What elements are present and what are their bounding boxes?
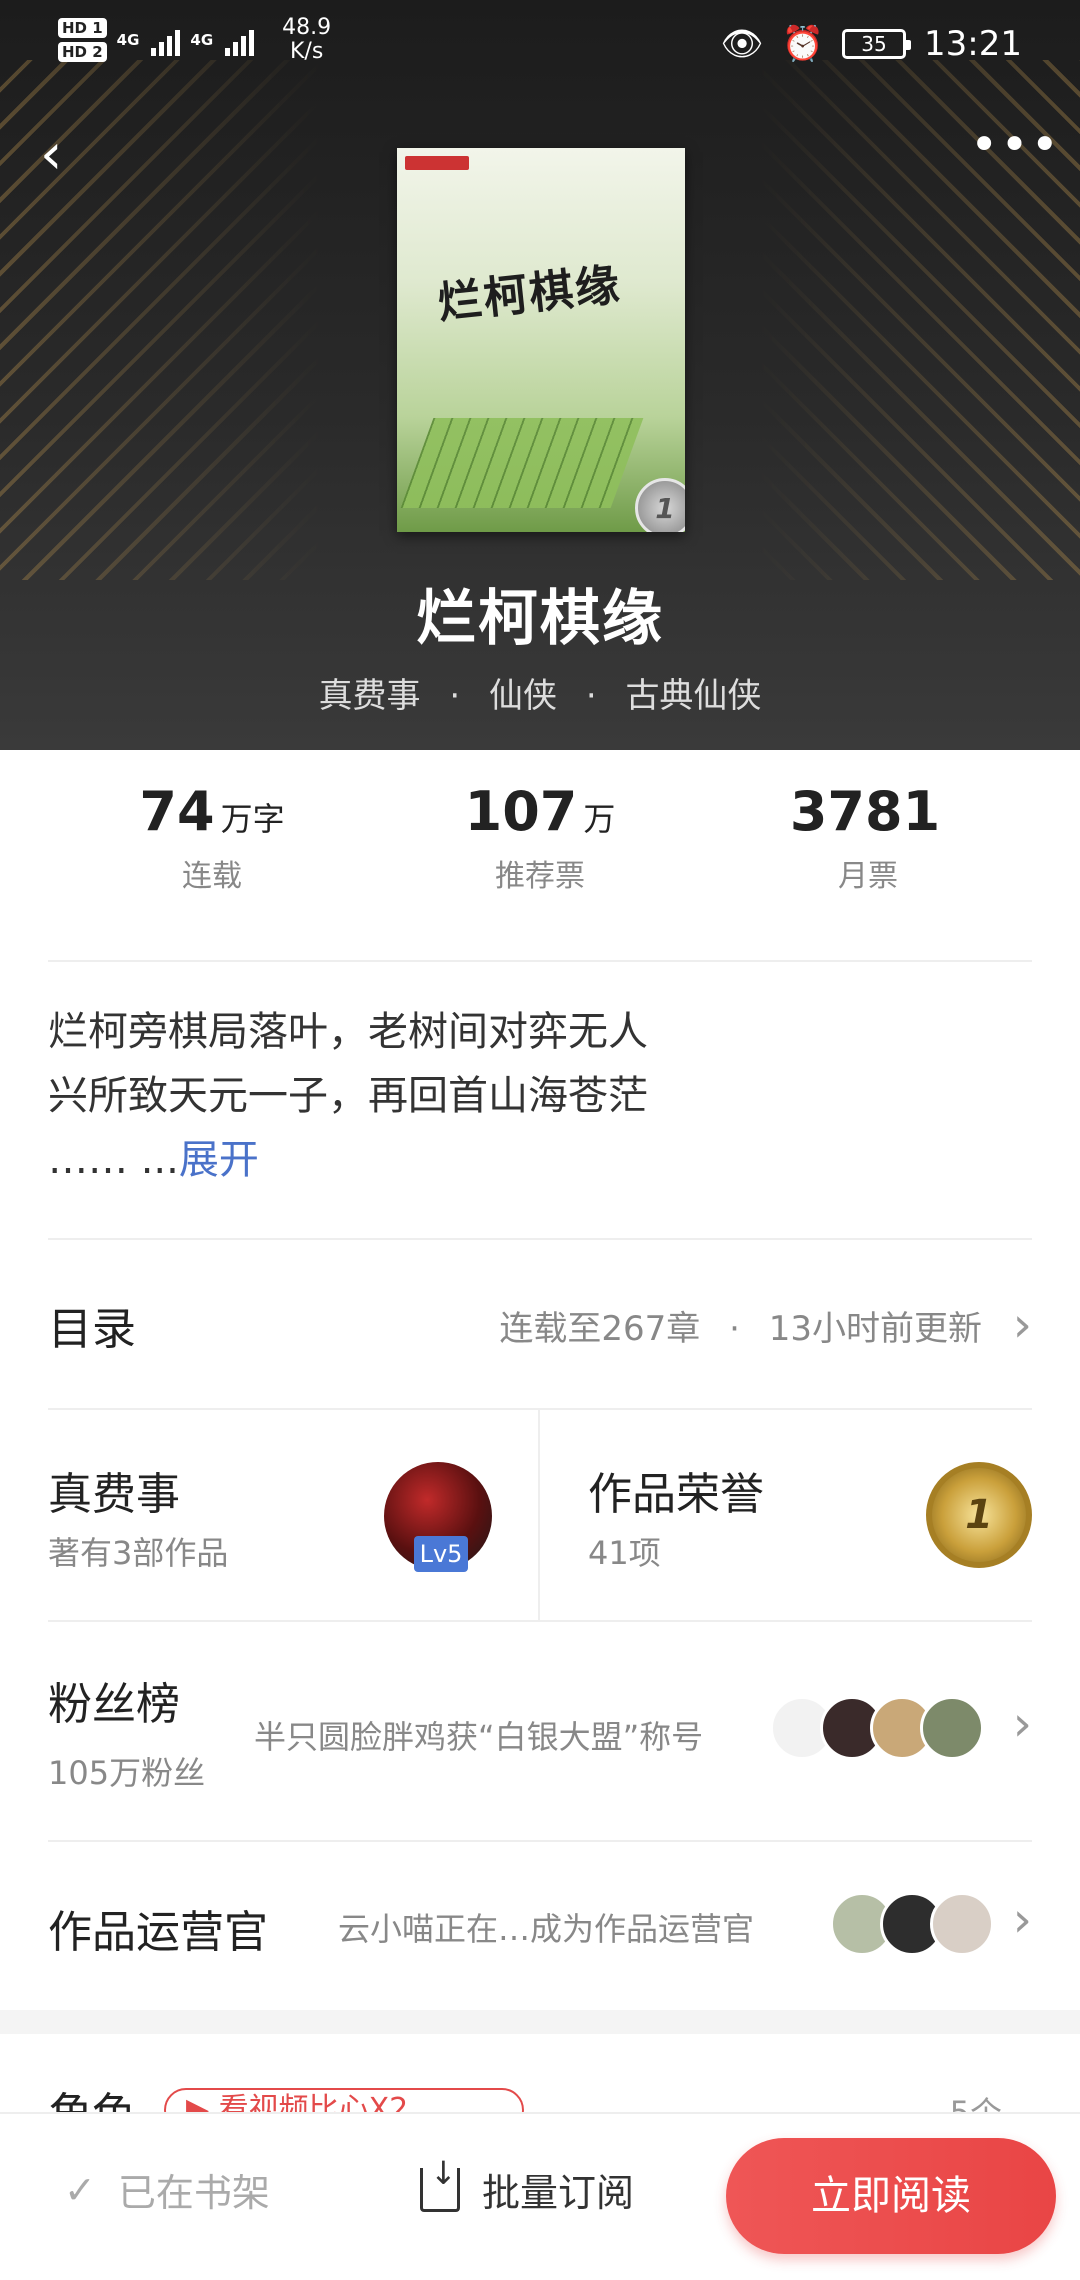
clock: 13:21 bbox=[924, 24, 1022, 64]
honor-card[interactable]: 作品荣誉 41项 1 bbox=[588, 1410, 1032, 1620]
download-icon bbox=[420, 2154, 460, 2212]
eye-comfort-icon: 👁 bbox=[720, 24, 764, 64]
hd1-badge: HD 1 bbox=[58, 18, 107, 38]
signal-icon bbox=[225, 24, 255, 56]
fan-avatars bbox=[770, 1696, 984, 1760]
toc-status: 连载至267章 · 13小时前更新 bbox=[499, 1301, 982, 1350]
fans-ranking-row[interactable]: 粉丝榜 105万粉丝 半只圆脸胖鸡获“白银大盟”称号 › bbox=[48, 1620, 1032, 1840]
level-badge: Lv5 bbox=[414, 1536, 468, 1572]
more-dots-icon[interactable]: ••• bbox=[970, 120, 1059, 190]
in-shelf-label: 已在书架 bbox=[117, 2171, 270, 2215]
author-works: 著有3部作品 bbox=[48, 1534, 229, 1572]
meta-category[interactable]: 仙侠 bbox=[489, 676, 557, 716]
meta-separator: · bbox=[585, 676, 597, 716]
author-name: 真费事 bbox=[48, 1469, 180, 1520]
cover-rank-badge: 1 bbox=[635, 478, 685, 532]
hd2-badge: HD 2 bbox=[58, 42, 107, 62]
fans-label: 粉丝榜 bbox=[48, 1679, 180, 1730]
ops-news: 云小喵正在…成为作品运营官 bbox=[338, 1910, 755, 1948]
medal-icon: 1 bbox=[926, 1462, 1032, 1568]
cover-go-board-art bbox=[400, 418, 644, 508]
synopsis-line: 烂柯旁棋局落叶，老树间对弈无人 bbox=[48, 1009, 648, 1055]
synopsis-line: …… ... bbox=[48, 1137, 179, 1183]
book-meta: 真费事 · 仙侠 · 古典仙侠 bbox=[0, 668, 1080, 717]
status-right: 👁 ⏰ 35 13:21 bbox=[721, 24, 1023, 64]
book-stats: 74 万字 连载 107 万 推荐票 3781 月票 bbox=[48, 780, 1032, 960]
book-title: 烂柯棋缘 bbox=[416, 584, 664, 654]
batch-subscribe-button[interactable]: 批量订阅 bbox=[420, 2154, 635, 2217]
ops-label: 作品运营官 bbox=[48, 1907, 268, 1958]
toc-updated: 13小时前更新 bbox=[768, 1308, 982, 1349]
stat-monthly-votes[interactable]: 3781 月票 bbox=[704, 780, 1032, 960]
section-gap bbox=[0, 2010, 1080, 2034]
synopsis[interactable]: 烂柯旁棋局落叶，老树间对弈无人 兴所致天元一子，再回首山海苍茫 …… ...展开 bbox=[48, 1000, 808, 1192]
fans-count: 105万粉丝 bbox=[48, 1754, 206, 1792]
chevron-left-icon[interactable]: ‹ bbox=[40, 120, 100, 190]
status-bar: HD 1 HD 2 4G 4G 48.9 K/s 👁 ⏰ 35 13:21 bbox=[0, 0, 1080, 90]
fans-news: 半只圆脸胖鸡获“白银大盟”称号 bbox=[254, 1718, 704, 1756]
toc-separator: · bbox=[729, 1308, 740, 1349]
stat-unit: 万字 bbox=[220, 800, 285, 838]
status-left: HD 1 HD 2 4G 4G 48.9 K/s bbox=[58, 16, 331, 64]
stat-label: 推荐票 bbox=[495, 859, 585, 894]
book-hero-header: HD 1 HD 2 4G 4G 48.9 K/s 👁 ⏰ 35 13:21 ‹ … bbox=[0, 0, 1080, 750]
stat-label: 连载 bbox=[182, 859, 242, 894]
toc-chapter-status: 连载至267章 bbox=[499, 1308, 701, 1349]
avatar bbox=[920, 1696, 984, 1760]
operator-avatars bbox=[830, 1892, 994, 1956]
toc-label: 目录 bbox=[48, 1304, 136, 1355]
hd-indicators: HD 1 HD 2 bbox=[58, 18, 107, 62]
network-type-1: 4G bbox=[116, 31, 140, 49]
publisher-logo bbox=[405, 156, 469, 170]
stat-value: 3781 bbox=[789, 780, 941, 843]
stat-unit: 万 bbox=[583, 800, 616, 838]
chevron-right-icon: › bbox=[1012, 1297, 1032, 1353]
stat-value: 74 bbox=[139, 780, 215, 843]
read-now-button[interactable]: 立即阅读 bbox=[726, 2138, 1056, 2254]
stat-label: 月票 bbox=[838, 859, 898, 894]
meta-author[interactable]: 真费事 bbox=[319, 676, 421, 716]
honor-label: 作品荣誉 bbox=[588, 1469, 764, 1520]
chevron-right-icon: › bbox=[1012, 1892, 1032, 1948]
bottom-action-bar: ✓ 已在书架 批量订阅 立即阅读 bbox=[0, 2112, 1080, 2280]
table-of-contents-row[interactable]: 目录 连载至267章 · 13小时前更新 › bbox=[48, 1240, 1032, 1410]
network-type-2: 4G bbox=[190, 31, 214, 49]
chevron-right-icon: › bbox=[1012, 1696, 1032, 1752]
operators-row[interactable]: 作品运营官 云小喵正在…成为作品运营官 › bbox=[48, 1840, 1032, 2010]
divider bbox=[48, 960, 1032, 962]
author-card[interactable]: 真费事 著有3部作品 Lv5 bbox=[48, 1410, 540, 1620]
speed-unit: K/s bbox=[290, 39, 324, 64]
meta-separator: · bbox=[449, 676, 461, 716]
batch-subscribe-label: 批量订阅 bbox=[482, 2171, 635, 2215]
meta-subcategory[interactable]: 古典仙侠 bbox=[625, 676, 761, 716]
avatar bbox=[930, 1892, 994, 1956]
expand-link[interactable]: 展开 bbox=[179, 1137, 259, 1183]
battery-icon: 35 bbox=[842, 29, 912, 59]
network-speed: 48.9 K/s bbox=[282, 16, 331, 64]
battery-level: 35 bbox=[861, 32, 887, 56]
stat-word-count: 74 万字 连载 bbox=[48, 780, 376, 960]
in-shelf-button[interactable]: ✓ 已在书架 bbox=[64, 2162, 270, 2217]
vertical-divider bbox=[538, 1410, 540, 1620]
book-cover[interactable]: 烂柯棋缘 1 bbox=[397, 148, 685, 532]
check-icon: ✓ bbox=[64, 2167, 96, 2212]
speed-value: 48.9 bbox=[282, 15, 332, 40]
stat-recommend-votes[interactable]: 107 万 推荐票 bbox=[376, 780, 704, 960]
avatar: Lv5 bbox=[384, 1462, 492, 1572]
alarm-icon: ⏰ bbox=[781, 24, 825, 64]
stat-value: 107 bbox=[464, 780, 578, 843]
synopsis-line: 兴所致天元一子，再回首山海苍茫 bbox=[48, 1073, 648, 1119]
honor-count: 41项 bbox=[588, 1534, 661, 1572]
signal-icon bbox=[151, 24, 181, 56]
cover-title-art: 烂柯棋缘 bbox=[435, 259, 624, 330]
